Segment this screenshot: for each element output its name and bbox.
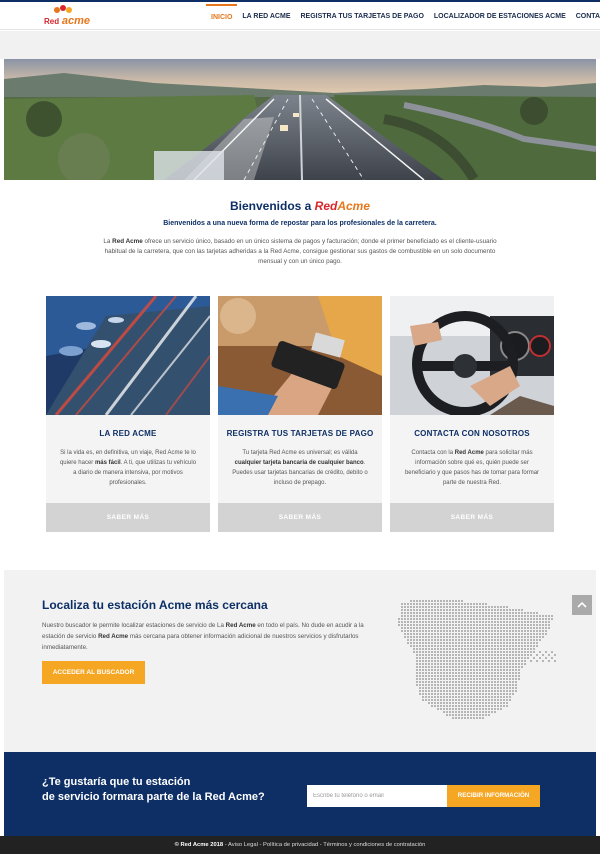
card-image-highway bbox=[46, 296, 210, 415]
hero-highway-image bbox=[4, 59, 596, 180]
scroll-to-top-button[interactable] bbox=[572, 595, 592, 615]
cta-heading-line1: ¿Te gustaría que tu estación bbox=[42, 776, 191, 788]
chevron-up-icon bbox=[577, 601, 587, 608]
card-text-bold: más fácil bbox=[94, 460, 121, 466]
payment-terminal-illustration bbox=[218, 296, 382, 415]
footer-link-privacidad[interactable]: Política de privacidad bbox=[263, 842, 318, 848]
locator-title: Localiza tu estación Acme más cercana bbox=[42, 598, 268, 612]
footer-link-terminos[interactable]: Términos y condiciones de contratación bbox=[323, 842, 425, 848]
station-locator-section: Localiza tu estación Acme más cercana Nu… bbox=[4, 570, 596, 752]
logo[interactable]: Red acme bbox=[44, 4, 104, 28]
welcome-body: La Red Acme ofrece un servicio único, ba… bbox=[98, 237, 502, 267]
card-image-steering bbox=[390, 296, 554, 415]
locator-text-bold1: Red Acme bbox=[225, 622, 256, 629]
steering-wheel-illustration bbox=[390, 296, 554, 415]
welcome-title-acme: Acme bbox=[337, 199, 371, 213]
cta-heading: ¿Te gustaría que tu estación de servicio… bbox=[42, 775, 302, 805]
locator-text-bold2: Red Acme bbox=[98, 633, 129, 640]
logo-acme: acme bbox=[61, 15, 91, 27]
welcome-body-pre: La bbox=[103, 238, 113, 245]
main-nav: INICIO LA RED ACME REGISTRA TUS TARJETAS… bbox=[206, 4, 600, 30]
locator-text-a: Nuestro buscador le permite localizar es… bbox=[42, 622, 226, 629]
logo-text: Red acme bbox=[44, 15, 90, 27]
join-network-cta: ¿Te gustaría que tu estación de servicio… bbox=[4, 752, 596, 836]
card-text-bold: Red Acme bbox=[454, 450, 484, 456]
cta-heading-line2: de servicio formara parte de la Red Acme… bbox=[42, 791, 265, 803]
highway-traffic-illustration bbox=[46, 296, 210, 415]
nav-item-localizador[interactable]: LOCALIZADOR DE ESTACIONES ACME bbox=[429, 4, 571, 30]
recibir-informacion-button[interactable]: RECIBIR INFORMACIÓN bbox=[447, 785, 540, 807]
welcome-title-red: Red bbox=[314, 199, 338, 213]
welcome-title: Bienvenidos a RedAcme bbox=[0, 199, 600, 213]
nav-item-inicio[interactable]: INICIO bbox=[206, 4, 238, 30]
acceder-buscador-button[interactable]: ACCEDER AL BUSCADOR bbox=[42, 661, 145, 684]
welcome-subtitle: Bienvenidos a una nueva forma de reposta… bbox=[163, 220, 437, 227]
saber-mas-button-contacta[interactable]: SABER MÁS bbox=[390, 503, 554, 532]
site-header: Red acme INICIO LA RED ACME REGISTRA TUS… bbox=[0, 2, 600, 30]
logo-red: Red bbox=[44, 17, 60, 26]
card-title: LA RED ACME bbox=[99, 429, 157, 438]
card-text-a: Contacta con la bbox=[411, 450, 455, 456]
welcome-body-post: ofrece un servicio único, basado en un ú… bbox=[104, 238, 497, 265]
card-text: Contacta con la Red Acme para solicitar … bbox=[402, 448, 542, 508]
saber-mas-button-red-acme[interactable]: SABER MÁS bbox=[46, 503, 210, 532]
card-text-a: Tu tarjeta Red Acme es universal; es vál… bbox=[242, 450, 358, 456]
card-title: CONTACTA CON NOSOTROS bbox=[414, 429, 530, 438]
spain-dot-map bbox=[398, 600, 556, 719]
locator-text: Nuestro buscador le permite localizar es… bbox=[42, 620, 382, 653]
card-text-bold: cualquier tarjeta bancaria de cualquier … bbox=[234, 460, 364, 466]
card-text: Tu tarjeta Red Acme es universal; es vál… bbox=[230, 448, 370, 508]
nav-item-registra-tarjetas[interactable]: REGISTRA TUS TARJETAS DE PAGO bbox=[295, 4, 428, 30]
header-spacer-band bbox=[0, 31, 600, 59]
highway-landscape-illustration bbox=[4, 59, 596, 180]
nav-item-contacto[interactable]: CONTACTO bbox=[571, 4, 600, 30]
card-title: REGISTRA TUS TARJETAS DE PAGO bbox=[226, 429, 374, 438]
card-text: Si la vida es, en definitiva, un viaje, … bbox=[58, 448, 198, 508]
card-registra-tarjetas: REGISTRA TUS TARJETAS DE PAGO Tu tarjeta… bbox=[218, 296, 382, 532]
nav-item-la-red-acme[interactable]: LA RED ACME bbox=[237, 4, 295, 30]
footer-link-aviso-legal[interactable]: Aviso Legal bbox=[228, 842, 258, 848]
card-la-red-acme: LA RED ACME Si la vida es, en definitiva… bbox=[46, 296, 210, 532]
footer-copyright: © Red Acme 2018 bbox=[174, 842, 224, 848]
phone-email-input[interactable] bbox=[307, 785, 447, 807]
card-contacta: CONTACTA CON NOSOTROS Contacta con la Re… bbox=[390, 296, 554, 532]
welcome-body-bold: Red Acme bbox=[112, 238, 143, 245]
welcome-title-prefix: Bienvenidos a bbox=[229, 199, 312, 213]
saber-mas-button-tarjetas[interactable]: SABER MÁS bbox=[218, 503, 382, 532]
site-footer: © Red Acme 2018 - Aviso Legal - Política… bbox=[0, 836, 600, 854]
card-image-payment bbox=[218, 296, 382, 415]
